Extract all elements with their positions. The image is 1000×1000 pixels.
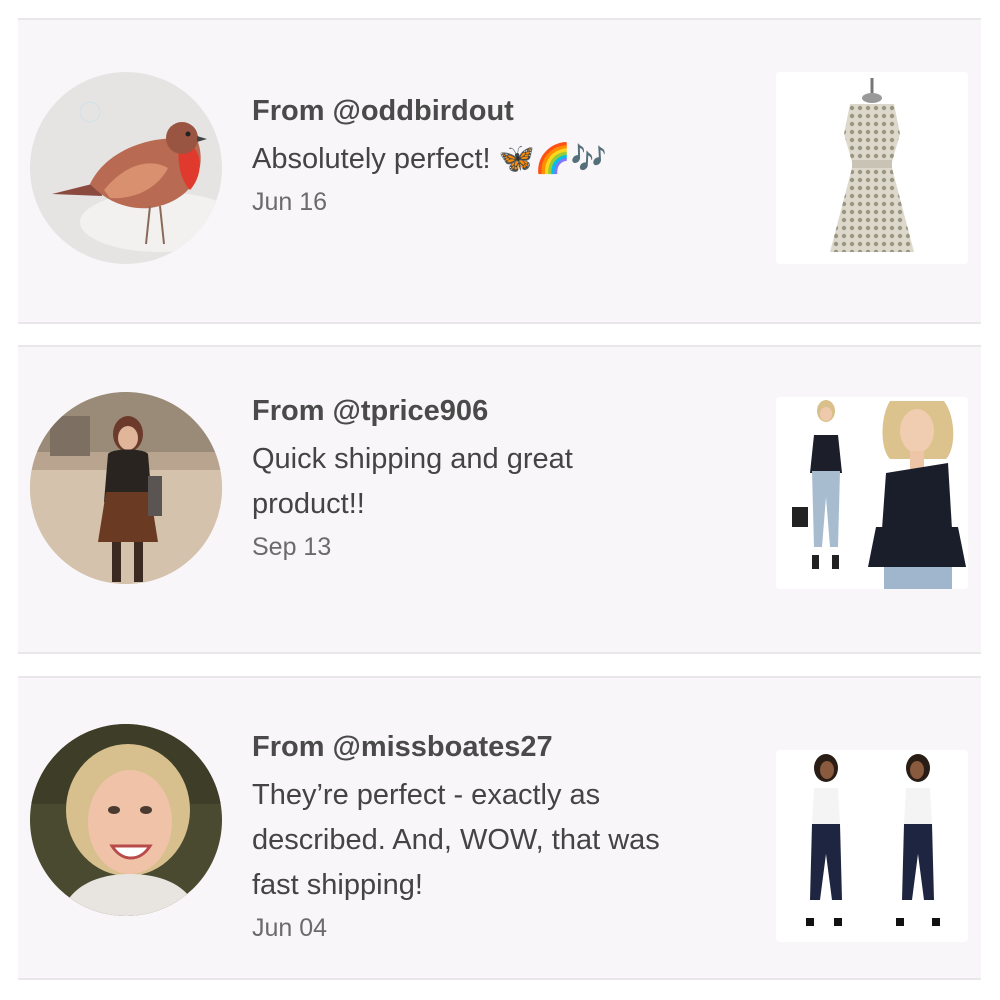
review-message: They’re perfect - exactly as described. … xyxy=(252,779,660,901)
reviewer-handle[interactable]: From @oddbirdout xyxy=(252,94,607,128)
review-message: Quick shipping and great product!! xyxy=(252,443,573,520)
review-card[interactable]: From @tprice906 Quick shipping and great… xyxy=(18,345,981,654)
reviewer-avatar[interactable] xyxy=(30,392,222,584)
reviewer-avatar[interactable] xyxy=(30,724,222,916)
review-date: Jun 16 xyxy=(252,188,328,216)
product-thumbnail[interactable] xyxy=(776,397,968,589)
product-thumbnail[interactable] xyxy=(776,72,968,264)
reviewer-handle[interactable]: From @tprice906 xyxy=(252,394,682,428)
robin-bird-icon xyxy=(30,72,222,264)
reviewer-handle[interactable]: From @missboates27 xyxy=(252,730,702,764)
reviewer-avatar[interactable] xyxy=(30,72,222,264)
peplum-top-icon xyxy=(776,397,968,589)
product-thumbnail[interactable] xyxy=(776,750,968,942)
smiling-woman-portrait-icon xyxy=(30,724,222,916)
patterned-dress-icon xyxy=(776,72,968,264)
review-date: Sep 13 xyxy=(252,533,332,561)
review-message: Absolutely perfect! 🦋🌈🎶 xyxy=(252,143,607,175)
review-card[interactable]: From @missboates27 They’re perfect - exa… xyxy=(18,676,981,980)
review-card[interactable]: From @oddbirdout Absolutely perfect! 🦋🌈🎶… xyxy=(18,18,981,324)
navy-pants-icon xyxy=(776,750,968,942)
review-date: Jun 04 xyxy=(252,914,328,942)
woman-portrait-icon xyxy=(30,392,222,584)
